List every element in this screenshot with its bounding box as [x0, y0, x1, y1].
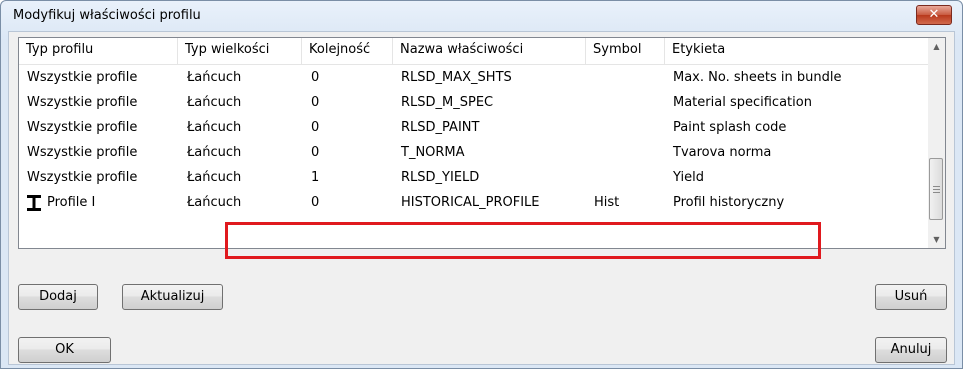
profile-type-text: Profile I — [47, 195, 96, 210]
cell-property-name: RLSD_M_SPEC — [401, 95, 494, 110]
delete-button[interactable]: Usuń — [875, 284, 947, 310]
cell-size-type: Łańcuch — [187, 170, 242, 185]
cell-label: Material specification — [673, 95, 812, 110]
dialog-content: Typ profilu Typ wielkości Kolejność Nazw… — [8, 31, 955, 365]
cell-order: 1 — [311, 170, 320, 185]
cell-size-type: Łańcuch — [187, 95, 242, 110]
table-row[interactable]: Wszystkie profile Łańcuch 0 RLSD_M_SPEC … — [19, 90, 929, 115]
cell-order: 0 — [311, 70, 320, 85]
cell-property-name: T_NORMA — [401, 145, 465, 160]
table-row[interactable]: Wszystkie profile Łańcuch 0 T_NORMA Tvar… — [19, 140, 929, 165]
cell-size-type: Łańcuch — [187, 70, 242, 85]
cell-label: Max. No. sheets in bundle — [673, 70, 842, 85]
scroll-up-icon[interactable]: ▲ — [928, 38, 945, 55]
vertical-scrollbar[interactable]: ▲ ▼ — [928, 38, 945, 248]
cell-profile-type: Wszystkie profile — [27, 170, 138, 185]
cell-label: Yield — [673, 170, 704, 185]
cell-order: 0 — [311, 120, 320, 135]
cell-order: 0 — [311, 95, 320, 110]
cell-property-name: RLSD_MAX_SHTS — [401, 70, 512, 85]
ok-button[interactable]: OK — [18, 337, 111, 363]
dialog-title: Modyfikuj właściwości profilu — [13, 8, 201, 23]
cell-property-name: HISTORICAL_PROFILE — [401, 195, 540, 210]
cell-profile-type: Wszystkie profile — [27, 70, 138, 85]
cell-property-name: RLSD_YIELD — [401, 170, 480, 185]
table-row[interactable]: Wszystkie profile Łańcuch 0 RLSD_MAX_SHT… — [19, 65, 929, 90]
table-row[interactable]: Wszystkie profile Łańcuch 0 RLSD_PAINT P… — [19, 115, 929, 140]
cell-label: Profil historyczny — [673, 195, 785, 210]
column-header-size-type[interactable]: Typ wielkości — [178, 38, 302, 64]
cell-order: 0 — [311, 145, 320, 160]
update-button[interactable]: Aktualizuj — [122, 284, 223, 310]
cell-profile-type: Profile I — [27, 190, 95, 215]
title-bar: Modyfikuj właściwości profilu ✕ — [1, 1, 962, 31]
cell-size-type: Łańcuch — [187, 120, 242, 135]
cell-label: Tvarova norma — [673, 145, 772, 160]
cancel-button[interactable]: Anuluj — [875, 337, 947, 363]
column-header-property-name[interactable]: Nazwa właściwości — [393, 38, 586, 64]
cell-profile-type: Wszystkie profile — [27, 95, 138, 110]
cell-order: 0 — [311, 195, 320, 210]
highlight-box — [225, 222, 821, 259]
cell-label: Paint splash code — [673, 120, 787, 135]
column-header-label[interactable]: Etykieta — [665, 38, 929, 64]
column-header-symbol[interactable]: Symbol — [586, 38, 665, 64]
cell-size-type: Łańcuch — [187, 195, 242, 210]
grip-line — [933, 189, 940, 190]
cell-property-name: RLSD_PAINT — [401, 120, 480, 135]
grip-line — [933, 192, 940, 193]
property-list[interactable]: Typ profilu Typ wielkości Kolejność Nazw… — [18, 37, 946, 249]
add-button[interactable]: Dodaj — [18, 284, 98, 310]
i-beam-icon — [27, 194, 41, 211]
scroll-down-icon[interactable]: ▼ — [928, 231, 945, 248]
close-icon: ✕ — [928, 7, 940, 22]
column-header-order[interactable]: Kolejność — [302, 38, 393, 64]
scroll-thumb[interactable] — [929, 158, 943, 220]
close-button[interactable]: ✕ — [916, 5, 952, 25]
dialog-window: Modyfikuj właściwości profilu ✕ Typ prof… — [0, 0, 963, 369]
cell-profile-type: Wszystkie profile — [27, 145, 138, 160]
table-row[interactable]: Wszystkie profile Łańcuch 1 RLSD_YIELD Y… — [19, 165, 929, 190]
column-header-profile-type[interactable]: Typ profilu — [19, 38, 178, 64]
table-row[interactable]: Profile I Łańcuch 0 HISTORICAL_PROFILE H… — [19, 190, 929, 215]
cell-size-type: Łańcuch — [187, 145, 242, 160]
cell-symbol: Hist — [594, 195, 620, 210]
grip-line — [933, 186, 940, 187]
cell-profile-type: Wszystkie profile — [27, 120, 138, 135]
list-header: Typ profilu Typ wielkości Kolejność Nazw… — [19, 38, 929, 65]
